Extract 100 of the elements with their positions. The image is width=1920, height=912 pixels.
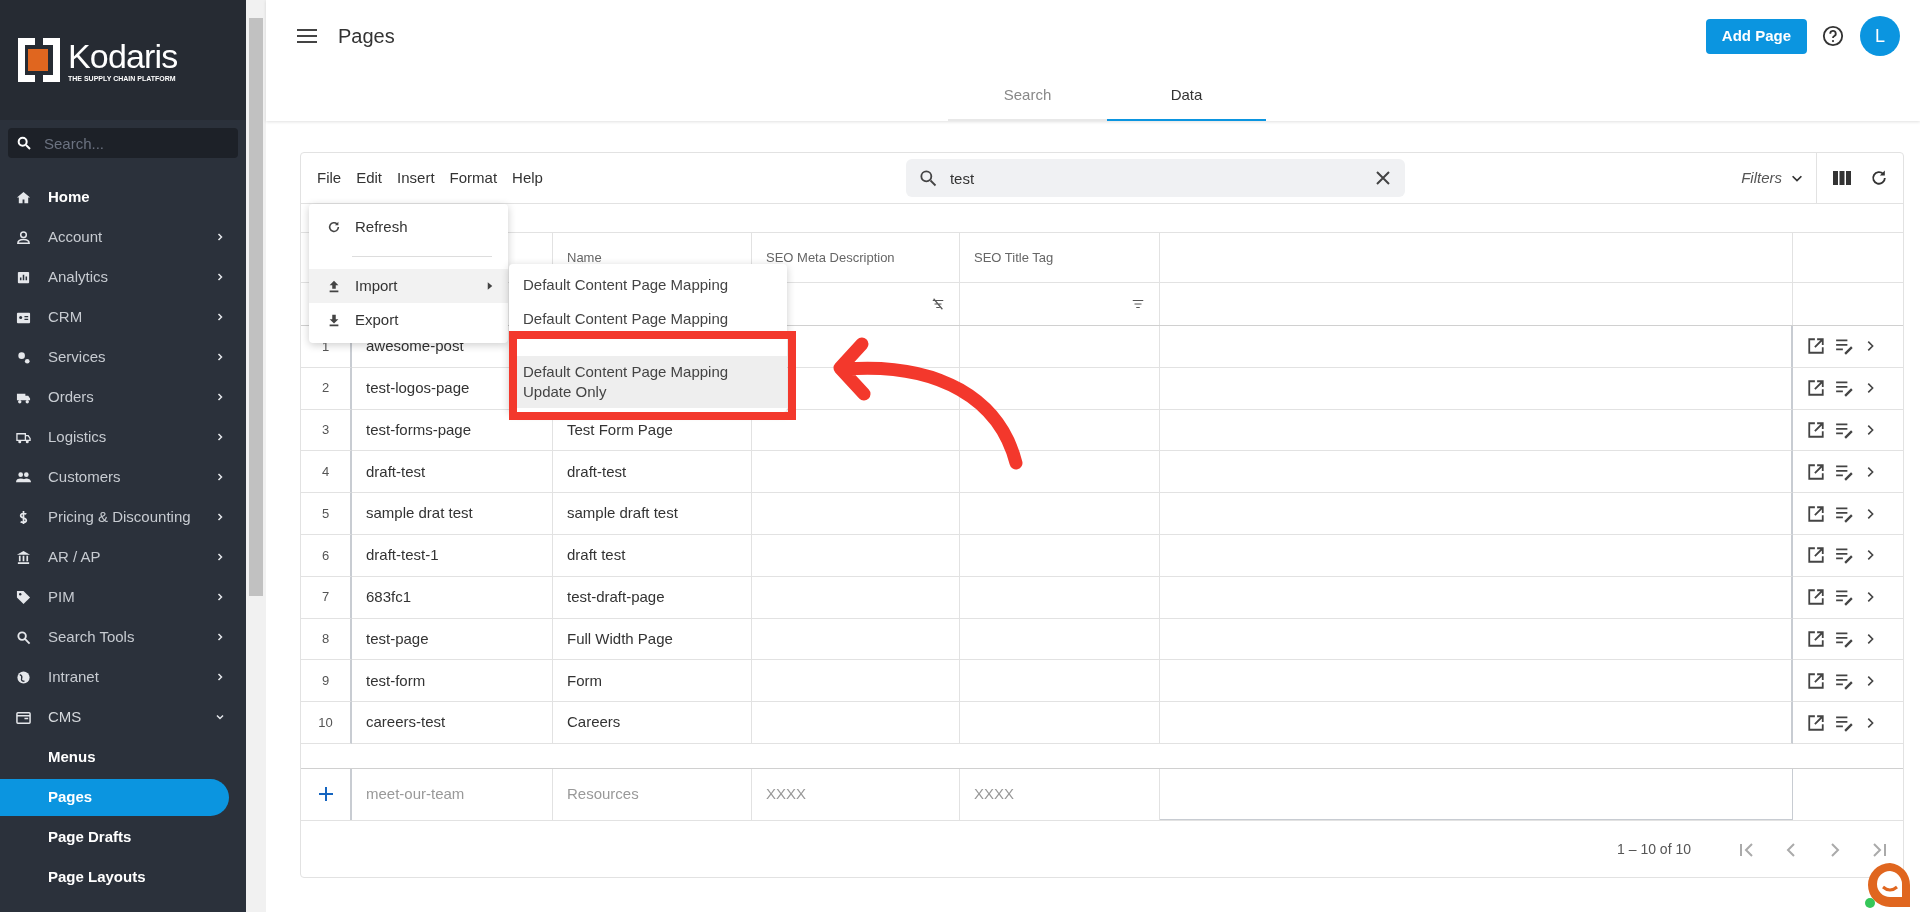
- row-number: 6: [301, 535, 352, 577]
- table-cell: careers-test: [352, 702, 553, 744]
- open-external-icon[interactable]: [1807, 629, 1825, 648]
- search-icon: [16, 135, 32, 151]
- menu-item[interactable]: Import: [309, 269, 508, 303]
- upload-icon: [327, 279, 341, 293]
- table-cell: test-page: [352, 618, 553, 661]
- edit-list-icon[interactable]: [1835, 713, 1853, 732]
- edit-list-icon[interactable]: [1835, 504, 1853, 523]
- download-icon: [327, 313, 341, 327]
- table-cell: sample drat test: [352, 493, 553, 535]
- sidebar-item[interactable]: Intranet: [0, 657, 246, 697]
- scrollbar-thumb[interactable]: [249, 18, 263, 596]
- bank-icon: [16, 549, 31, 565]
- sidebar-item[interactable]: CRM: [0, 297, 246, 337]
- scrollbar[interactable]: [246, 0, 266, 912]
- chart-icon: [16, 269, 31, 285]
- window-icon: [16, 709, 31, 725]
- table-cell: Full Width Page: [553, 618, 752, 661]
- table-cell: Careers: [553, 702, 752, 744]
- people-icon: [16, 469, 31, 485]
- tag-icon: [16, 589, 31, 605]
- open-external-icon[interactable]: [1807, 504, 1825, 523]
- sidebar-subitem[interactable]: Page Drafts: [0, 818, 229, 856]
- search-icon: [16, 629, 31, 645]
- table-cell: test-form: [352, 660, 553, 703]
- edit-list-icon[interactable]: [1835, 462, 1853, 481]
- edit-list-icon[interactable]: [1835, 546, 1853, 565]
- sidebar-item[interactable]: Analytics: [0, 257, 246, 297]
- sidebar-item[interactable]: Customers: [0, 457, 246, 497]
- clear-icon[interactable]: [1374, 170, 1391, 186]
- home-icon: [16, 189, 31, 205]
- edit-list-icon[interactable]: [1835, 337, 1853, 356]
- menu-item[interactable]: Format: [449, 166, 498, 190]
- edit-list-icon[interactable]: [1835, 629, 1853, 648]
- table-cell: test-draft-page: [553, 576, 752, 619]
- globe-icon: [16, 669, 31, 685]
- sidebar-item[interactable]: PIM: [0, 577, 246, 617]
- table-cell: Form: [553, 660, 752, 703]
- row-number: 10: [301, 702, 352, 744]
- tab[interactable]: Search: [948, 72, 1107, 121]
- edit-list-icon[interactable]: [1835, 671, 1853, 690]
- sidebar-subitem[interactable]: Menus: [0, 738, 229, 776]
- sidebar-item[interactable]: Home: [0, 177, 246, 217]
- row-number: 9: [301, 660, 352, 703]
- sidebar-item[interactable]: Account: [0, 217, 246, 257]
- menu-item[interactable]: Refresh: [309, 210, 508, 244]
- open-external-icon[interactable]: [1807, 546, 1825, 565]
- menu-item[interactable]: File: [317, 166, 342, 190]
- help-icon[interactable]: [1822, 25, 1844, 47]
- table-cell: draft-test: [553, 451, 752, 494]
- menu-item[interactable]: Edit: [356, 166, 383, 190]
- row-number: 8: [301, 618, 352, 661]
- sidebar-item[interactable]: AR / AP: [0, 537, 246, 577]
- table-cell: 683fc1: [352, 576, 553, 619]
- open-external-icon[interactable]: [1807, 588, 1825, 607]
- search-icon: [917, 168, 938, 188]
- edit-list-icon[interactable]: [1835, 421, 1853, 439]
- sidebar-item[interactable]: Services: [0, 337, 246, 377]
- table-cell: sample draft test: [553, 493, 752, 535]
- menu-item[interactable]: Help: [512, 166, 543, 190]
- sidebar-item[interactable]: CMS: [0, 697, 246, 737]
- row-number: 2: [301, 367, 352, 410]
- table-cell: draft-test: [352, 451, 553, 494]
- menu-icon[interactable]: [296, 28, 318, 44]
- row-number: 4: [301, 451, 352, 494]
- columns-icon[interactable]: [1833, 170, 1851, 186]
- sidebar-item[interactable]: Orders: [0, 377, 246, 417]
- open-external-icon[interactable]: [1807, 337, 1825, 356]
- edit-list-icon[interactable]: [1835, 379, 1853, 398]
- tab[interactable]: Data: [1107, 72, 1266, 121]
- sidebar-item[interactable]: Logistics: [0, 417, 246, 457]
- filters-dropdown[interactable]: Filters: [1741, 166, 1816, 190]
- menu-item[interactable]: Insert: [397, 166, 435, 190]
- open-external-icon[interactable]: [1807, 462, 1825, 481]
- logo-wordmark: Kodaris: [68, 38, 178, 73]
- refresh-icon[interactable]: [1869, 168, 1889, 188]
- grid-search-field[interactable]: test: [905, 159, 1405, 197]
- sidebar-item[interactable]: Pricing & Discounting: [0, 497, 246, 537]
- page-title: Pages: [338, 24, 395, 49]
- pagination-label: 1 – 10 of 10: [1617, 840, 1691, 860]
- open-external-icon[interactable]: [1807, 713, 1825, 732]
- refresh-icon: [327, 220, 341, 234]
- person-icon: [16, 229, 31, 245]
- gears-icon: [16, 349, 31, 365]
- row-number: 5: [301, 493, 352, 535]
- sidebar-subitem[interactable]: Page Layouts: [0, 858, 229, 896]
- sidebar-search-field[interactable]: Search...: [8, 128, 238, 158]
- filter-icon: [1131, 297, 1145, 311]
- sidebar-item[interactable]: Search Tools: [0, 617, 246, 657]
- add-icon[interactable]: [317, 786, 334, 803]
- table-cell: draft-test-1: [352, 535, 553, 577]
- column-header: SEO Title Tag: [960, 233, 1160, 283]
- edit-list-icon[interactable]: [1835, 588, 1853, 607]
- logo-icon: [18, 38, 60, 82]
- row-number: 7: [301, 576, 352, 619]
- open-external-icon[interactable]: [1807, 379, 1825, 398]
- open-external-icon[interactable]: [1807, 671, 1825, 690]
- open-external-icon[interactable]: [1807, 421, 1825, 439]
- filter-off-icon: [931, 297, 945, 311]
